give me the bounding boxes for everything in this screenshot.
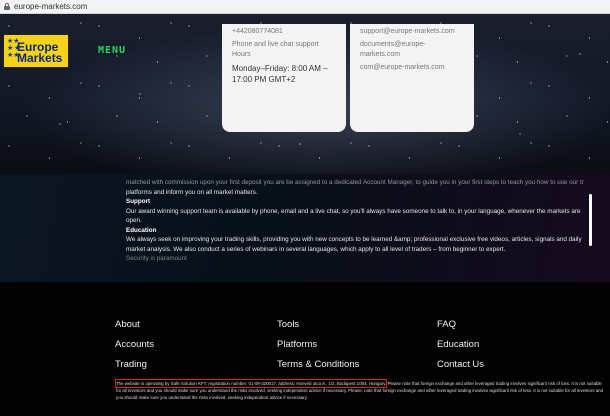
email-support[interactable]: support@europe-markets.com (360, 27, 464, 37)
menu-button[interactable]: MENU (98, 45, 126, 56)
site-footer: About Accounts Trading Tools Platforms T… (0, 282, 610, 416)
url-text[interactable]: europe-markets.com (14, 2, 87, 11)
contact-card-email: support@europe-markets.com documents@eur… (350, 24, 474, 132)
about-text-scroll[interactable]: matched with commission upon your first … (126, 178, 584, 264)
footer-nav-column-1: About Accounts Trading (115, 315, 154, 375)
hours-text: Monday–Friday: 8:00 AM – 17:00 PM GMT+2 (232, 64, 328, 84)
email-com[interactable]: com@europe-markets.com (360, 63, 464, 73)
site-logo[interactable]: ★ ★ ★ ★ ★ ★ Europe Markets (3, 34, 69, 68)
education-text: We always seek on improving your trading… (126, 236, 582, 253)
footer-nav-column-2: Tools Platforms Terms & Conditions (277, 315, 359, 375)
hours-label: Hours (232, 51, 251, 58)
hero-section: ★ ★ ★ ★ ★ ★ Europe Markets MENU +442080774… (0, 14, 610, 174)
footer-link-about[interactable]: About (115, 315, 154, 335)
browser-url-bar[interactable]: europe-markets.com (0, 0, 610, 14)
contact-card-phone: +442080774081 Phone and live chat suppor… (222, 24, 346, 132)
support-text: Our award winning support team is availa… (126, 207, 581, 225)
footer-link-platforms[interactable]: Platforms (277, 335, 359, 355)
intro-line: matched with commission upon your first … (126, 179, 584, 186)
support-heading: Support (126, 198, 151, 205)
education-heading: Education (126, 226, 157, 234)
footer-link-education[interactable]: Education (437, 335, 484, 355)
logo-text: Europe Markets (17, 41, 63, 65)
footer-link-accounts[interactable]: Accounts (115, 335, 154, 355)
footer-link-contact[interactable]: Contact Us (437, 355, 484, 375)
text-scrollbar[interactable] (589, 194, 592, 246)
footer-link-tools[interactable]: Tools (277, 315, 359, 335)
footer-link-trading[interactable]: Trading (115, 355, 154, 375)
intro-line2: platforms and inform you on all market m… (126, 188, 258, 196)
phone-number[interactable]: +442080774081 (232, 27, 336, 37)
email-documents[interactable]: documents@europe-markets.com (360, 40, 464, 60)
cut-heading: Security is paramount (126, 255, 187, 262)
legal-disclaimer: The website is operating by Safe Solutio… (114, 379, 604, 401)
footer-link-terms[interactable]: Terms & Conditions (277, 355, 359, 375)
operator-info-highlight: The website is operating by Safe Solutio… (114, 379, 388, 388)
footer-nav-column-3: FAQ Education Contact Us (437, 315, 484, 375)
footer-link-faq[interactable]: FAQ (437, 315, 484, 335)
support-line: Phone and live chat support (232, 41, 319, 48)
about-text-section: matched with commission upon your first … (0, 174, 610, 282)
lock-icon (4, 3, 10, 10)
logo-line2: Markets (17, 51, 63, 65)
